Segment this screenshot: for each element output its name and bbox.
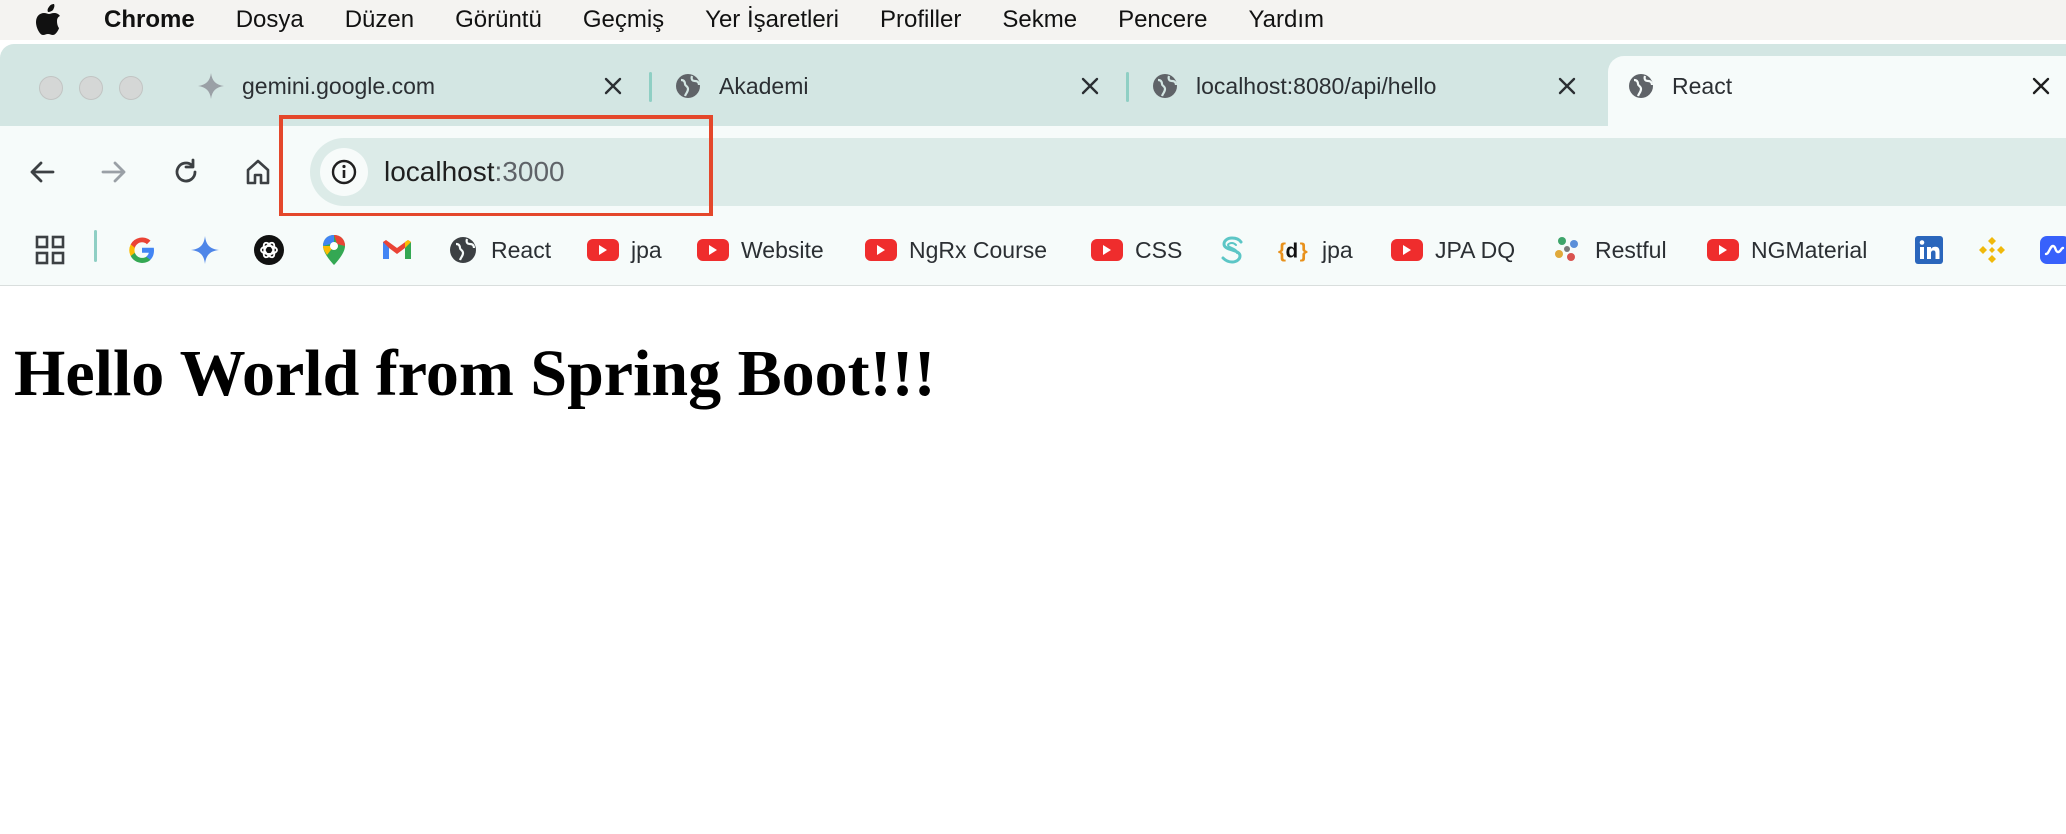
back-arrow-icon[interactable]	[22, 152, 62, 192]
apple-logo-icon[interactable]	[30, 2, 66, 38]
tab-localhost-api[interactable]: localhost:8080/api/hello	[1150, 58, 1582, 114]
maps-pin-icon	[318, 234, 350, 266]
svg-text:d: d	[1286, 240, 1299, 263]
bookmark-label: NGMaterial	[1751, 236, 1868, 263]
youtube-icon	[865, 234, 897, 266]
bookmark-chatgpt[interactable]	[253, 230, 285, 270]
menu-yardim[interactable]: Yardım	[1248, 6, 1324, 34]
bookmark-label: React	[491, 236, 552, 263]
globe-icon	[447, 234, 479, 266]
bookmark-linkedin[interactable]	[1913, 230, 1945, 270]
globe-icon	[1150, 71, 1180, 101]
bookmark-gmail[interactable]	[381, 230, 413, 270]
menu-goruntu[interactable]: Görüntü	[455, 6, 542, 34]
home-icon[interactable]	[238, 152, 278, 192]
reload-icon[interactable]	[166, 152, 206, 192]
youtube-icon	[1091, 234, 1123, 266]
gemini-sparkle-icon	[196, 71, 226, 101]
tab-react[interactable]: React	[1626, 58, 2056, 114]
coinmarketcap-icon	[2038, 234, 2066, 266]
tab-separator	[1126, 72, 1129, 102]
menu-dosya[interactable]: Dosya	[236, 6, 304, 34]
menu-duzen[interactable]: Düzen	[345, 6, 414, 34]
bookmark-s-logo[interactable]	[1216, 230, 1248, 270]
bookmark-maps[interactable]	[318, 230, 350, 270]
forward-arrow-icon[interactable]	[94, 152, 134, 192]
window-close-dot[interactable]	[39, 76, 63, 100]
linkedin-icon	[1913, 234, 1945, 266]
page-heading: Hello World from Spring Boot!!!	[14, 337, 936, 410]
bookmark-ngrx-course[interactable]: NgRx Course	[865, 230, 1047, 270]
dev-d-icon: {d}	[1278, 234, 1310, 266]
svg-text:}: }	[1300, 240, 1308, 263]
binance-icon	[1976, 234, 2008, 266]
globe-icon	[1626, 71, 1656, 101]
bookmark-react[interactable]: React	[447, 230, 551, 270]
menu-app-name[interactable]: Chrome	[104, 6, 195, 34]
bookmark-google[interactable]	[126, 230, 158, 270]
tab-title: localhost:8080/api/hello	[1196, 72, 1437, 99]
menu-pencere[interactable]: Pencere	[1118, 6, 1207, 34]
apps-grid-icon	[34, 234, 66, 266]
gmail-icon	[381, 234, 413, 266]
menu-sekme[interactable]: Sekme	[1002, 6, 1077, 34]
bookmark-label: NgRx Course	[909, 236, 1048, 263]
bookmark-label: Website	[741, 236, 824, 263]
menu-profiller[interactable]: Profiller	[880, 6, 961, 34]
apps-grid-button[interactable]	[34, 230, 66, 270]
window-minimize-dot[interactable]	[79, 76, 103, 100]
tab-gemini[interactable]: gemini.google.com	[196, 58, 628, 114]
bookmark-ngmaterial[interactable]: NGMaterial	[1707, 230, 1867, 270]
bookmark-label: JPA DQ	[1435, 236, 1516, 263]
chatgpt-icon	[253, 234, 285, 266]
close-icon[interactable]	[2026, 71, 2056, 101]
close-icon[interactable]	[1552, 71, 1582, 101]
bookmark-label: CSS	[1135, 236, 1183, 263]
menu-yer-isaretleri[interactable]: Yer İşaretleri	[705, 6, 839, 34]
close-icon[interactable]	[1075, 71, 1105, 101]
tab-title: Akademi	[719, 72, 809, 99]
tab-title: React	[1672, 72, 1733, 99]
macos-menu-bar: Chrome Dosya Düzen Görüntü Geçmiş Yer İş…	[0, 0, 2066, 40]
bookmark-website[interactable]: Website	[697, 230, 824, 270]
bookmark-label: jpa	[631, 236, 662, 263]
tab-akademi[interactable]: Akademi	[673, 58, 1105, 114]
google-icon	[126, 234, 158, 266]
tab-separator	[649, 72, 652, 102]
bookmark-gemini[interactable]	[189, 230, 221, 270]
bookmark-label: jpa	[1322, 236, 1353, 263]
bookmark-restful[interactable]: Restful	[1551, 230, 1667, 270]
slack-like-icon	[1551, 234, 1583, 266]
youtube-icon	[697, 234, 729, 266]
window-zoom-dot[interactable]	[119, 76, 143, 100]
bookmark-jpa-dq[interactable]: JPA DQ	[1391, 230, 1515, 270]
bookmark-jpa[interactable]: jpa	[587, 230, 662, 270]
menu-gecmis[interactable]: Geçmiş	[583, 6, 664, 34]
gemini-icon	[189, 234, 221, 266]
bookmark-label: Restful	[1595, 236, 1667, 263]
bookmark-coinmarketcap[interactable]	[2038, 230, 2066, 270]
close-icon[interactable]	[598, 71, 628, 101]
s-logo-icon	[1216, 234, 1248, 266]
youtube-icon	[1707, 234, 1739, 266]
tab-title: gemini.google.com	[242, 72, 436, 99]
bookmark-separator	[94, 230, 97, 262]
red-highlight-box	[279, 115, 713, 217]
bookmark-binance[interactable]	[1976, 230, 2008, 270]
globe-icon	[673, 71, 703, 101]
bookmark-jpa-dev[interactable]: {d} jpa	[1278, 230, 1353, 270]
youtube-icon	[587, 234, 619, 266]
bookmark-css[interactable]: CSS	[1091, 230, 1182, 270]
youtube-icon	[1391, 234, 1423, 266]
